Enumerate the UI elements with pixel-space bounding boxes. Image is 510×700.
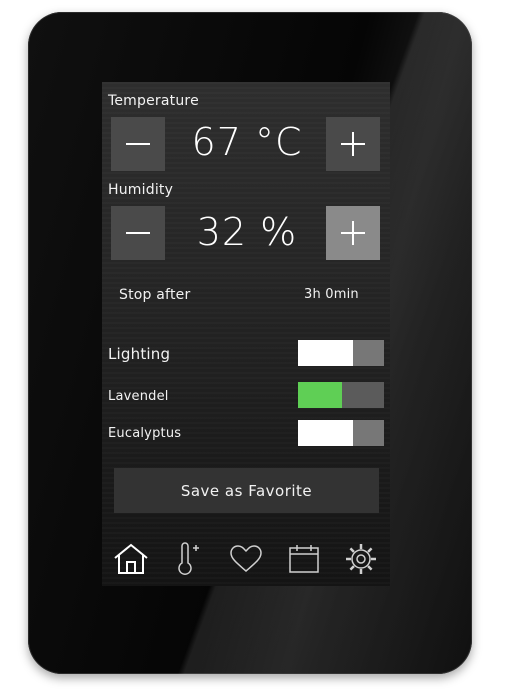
minus-icon [126,143,150,145]
toggle-label-eucalyptus: Eucalyptus [108,426,182,441]
humidity-increase-button[interactable] [326,206,380,260]
heart-icon [230,545,262,572]
toggle-knob [298,340,353,366]
thermometer-plus-icon [178,542,200,575]
home-icon [114,543,148,574]
temperature-value: 67 °C [191,120,303,164]
toggle-knob [298,382,342,408]
plus-icon [341,132,365,156]
save-favorite-button[interactable]: Save as Favorite [114,468,379,513]
touch-screen: Temperature 67 °C Humidity 32 % Stop aft… [102,82,390,586]
plus-icon [341,221,365,245]
gear-icon [346,544,377,574]
toggle-knob [298,420,353,446]
temperature-label: Temperature [108,93,199,109]
toggle-label-lighting: Lighting [108,345,171,363]
calendar-icon [288,545,319,573]
nav-climate[interactable] [166,537,210,581]
humidity-label: Humidity [108,182,174,198]
nav-schedule[interactable] [282,537,326,581]
lavendel-toggle[interactable] [298,382,384,408]
humidity-value: 32 % [196,210,298,254]
bottom-navigation [102,532,390,586]
nav-home[interactable] [109,537,153,581]
stop-after-value[interactable]: 3h 0min [304,287,359,302]
temperature-decrease-button[interactable] [111,117,165,171]
temperature-increase-button[interactable] [326,117,380,171]
nav-settings[interactable] [339,537,383,581]
eucalyptus-toggle[interactable] [298,420,384,446]
toggle-label-lavendel: Lavendel [108,389,169,404]
nav-favorites[interactable] [224,537,268,581]
stop-after-label: Stop after [119,287,191,303]
humidity-decrease-button[interactable] [111,206,165,260]
minus-icon [126,232,150,234]
lighting-toggle[interactable] [298,340,384,366]
